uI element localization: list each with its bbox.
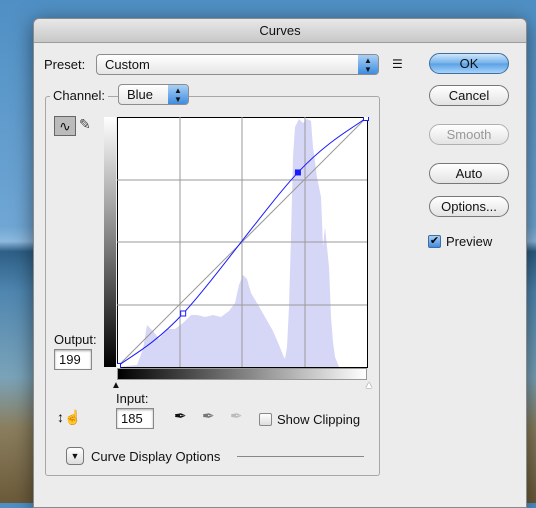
on-image-adjust-hand-icon[interactable]: ↕☝ (57, 409, 81, 426)
input-field[interactable]: 185 (116, 408, 154, 429)
preset-select[interactable]: Custom ▲ ▼ (96, 54, 379, 75)
disclosure-triangle-icon[interactable]: ▼ (66, 447, 84, 465)
options-button[interactable]: Options... (429, 196, 509, 217)
checkmark-icon: ✔ (428, 235, 441, 248)
output-field[interactable]: 199 (54, 349, 92, 370)
ok-button[interactable]: OK (429, 53, 509, 74)
black-eyedropper-icon[interactable]: ✒ (174, 407, 187, 425)
checkbox-box (259, 413, 272, 426)
curve-svg[interactable] (117, 117, 369, 369)
curve-graph[interactable] (117, 117, 369, 369)
input-label: Input: (116, 391, 149, 406)
preview-checkbox[interactable]: ✔ Preview (428, 234, 492, 249)
dialog-title: Curves (34, 19, 526, 43)
gray-eyedropper-icon[interactable]: ✒ (202, 407, 215, 425)
curve-point[interactable] (363, 117, 369, 121)
white-eyedropper-icon[interactable]: ✒ (230, 407, 243, 425)
auto-button[interactable]: Auto (429, 163, 509, 184)
output-gradient-bar (104, 117, 116, 367)
updown-arrows-icon: ▲ ▼ (358, 55, 378, 74)
cancel-button[interactable]: Cancel (429, 85, 509, 106)
curve-display-options-label: Curve Display Options (91, 449, 221, 464)
output-label: Output: (54, 332, 97, 347)
input-gradient-bar (117, 368, 367, 380)
black-point-slider[interactable]: ▲ (111, 380, 121, 391)
channel-label: Channel: (50, 88, 109, 103)
curves-dialog: Curves Preset: Custom ▲ ▼ ☰ OK Cancel Smo… (33, 18, 527, 508)
preset-value: Custom (105, 57, 150, 72)
curve-point[interactable] (294, 169, 301, 176)
white-point-slider[interactable]: ▲ (364, 380, 374, 391)
curve-point[interactable] (180, 310, 187, 317)
show-clipping-label: Show Clipping (277, 412, 361, 427)
updown-arrows-icon: ▲ ▼ (168, 85, 188, 104)
preview-label: Preview (446, 234, 493, 249)
divider (237, 456, 364, 457)
pencil-tool-icon[interactable]: ✎ (79, 116, 91, 133)
show-clipping-checkbox[interactable]: Show Clipping (259, 412, 360, 427)
smooth-button[interactable]: Smooth (429, 124, 509, 145)
channel-select[interactable]: Blue ▲ ▼ (118, 84, 189, 105)
channel-value: Blue (127, 87, 154, 102)
preset-label: Preset: (44, 57, 86, 72)
preset-options-menu-icon[interactable]: ☰ (392, 57, 403, 71)
curve-tool-icon[interactable]: ∿ (54, 116, 76, 136)
